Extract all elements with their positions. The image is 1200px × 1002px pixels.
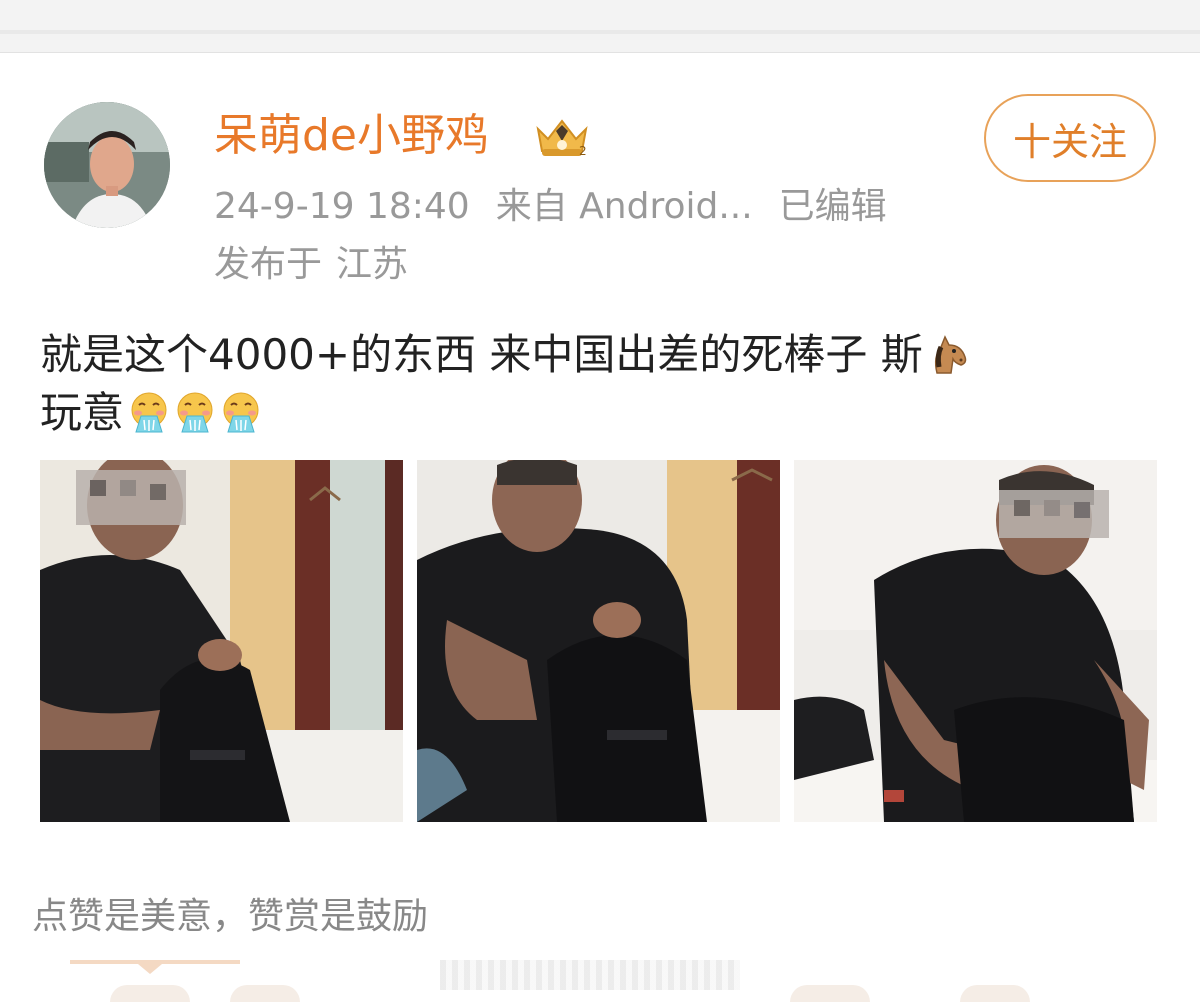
post-content: 就是这个4000+的东西 来中国出差的死棒子 斯 玩意	[40, 326, 1160, 442]
footer-note: 点赞是美意，赞赏是鼓励	[32, 896, 429, 937]
post-source: 来自 Android...	[495, 186, 753, 227]
vomiting-face-icon	[220, 390, 262, 433]
photo-2[interactable]	[417, 460, 780, 822]
post-meta: 24-9-19 18:40 来自 Android... 已编辑	[214, 182, 913, 232]
edited-label[interactable]: 已编辑	[779, 186, 887, 227]
reward-bar	[440, 960, 740, 990]
reward-avatar-3[interactable]	[790, 985, 870, 1002]
author-name[interactable]: 呆萌de小野鸡	[214, 108, 489, 164]
reward-pointer	[138, 964, 162, 974]
location-value: 江苏	[336, 244, 409, 285]
post-text-2: 玩意	[40, 388, 125, 437]
post-content-line-1: 就是这个4000+的东西 来中国出差的死棒子 斯	[40, 326, 1160, 384]
post-text-1: 就是这个4000+的东西 来中国出差的死棒子 斯	[40, 330, 923, 379]
reward-avatar-1[interactable]	[110, 985, 190, 1002]
svg-text:2: 2	[579, 144, 587, 158]
crown-badge-icon: 2	[532, 115, 592, 159]
top-bar-divider	[0, 30, 1200, 34]
photo-1[interactable]	[40, 460, 403, 822]
reward-avatar-4[interactable]	[960, 985, 1030, 1002]
post-location: 发布于 江苏	[214, 240, 408, 290]
location-prefix: 发布于	[214, 244, 323, 285]
vomiting-face-icon	[128, 390, 170, 433]
follow-button[interactable]: 十关注	[984, 94, 1156, 182]
top-bar	[0, 0, 1200, 53]
horse-face-icon	[927, 332, 969, 374]
reward-avatar-2[interactable]	[230, 985, 300, 1002]
photo-3[interactable]	[794, 460, 1157, 822]
post-time: 24-9-19 18:40	[214, 186, 470, 227]
vomiting-face-icon	[174, 390, 216, 433]
post-content-line-2: 玩意	[40, 384, 1160, 442]
avatar[interactable]	[44, 102, 170, 228]
